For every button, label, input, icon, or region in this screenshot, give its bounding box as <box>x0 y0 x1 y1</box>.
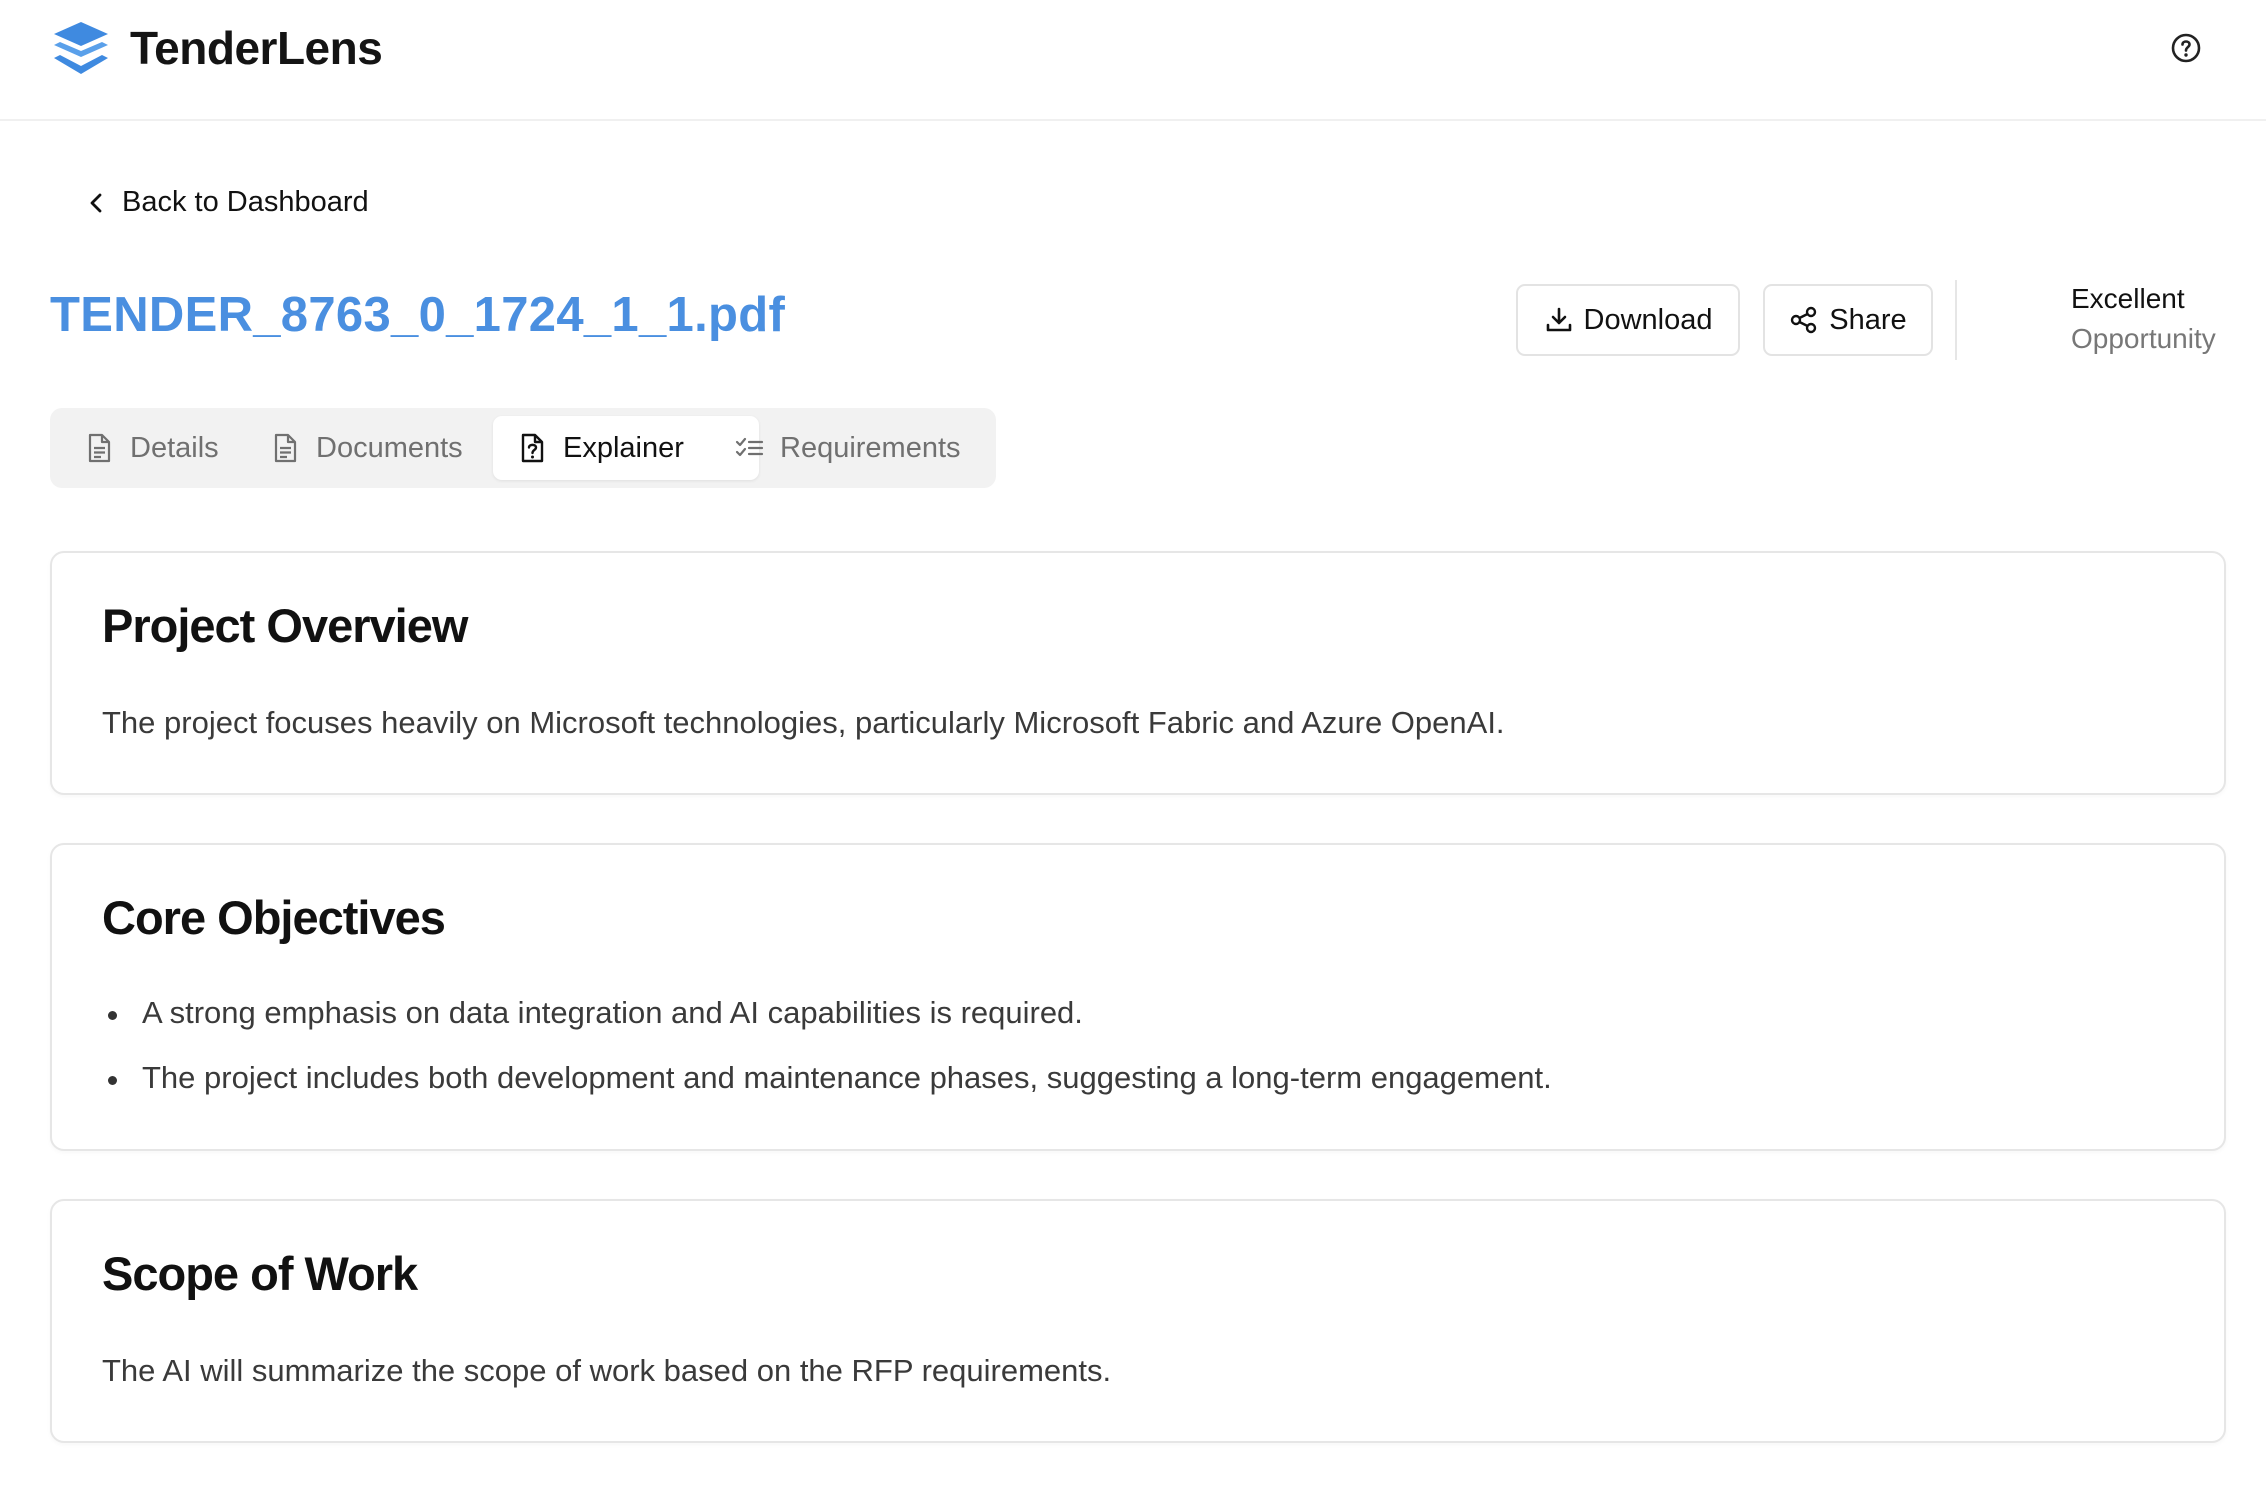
tab-label: Documents <box>316 431 463 464</box>
file-text-icon <box>274 433 297 463</box>
file-text-icon <box>88 433 111 463</box>
tab-documents[interactable]: Documents <box>270 416 510 480</box>
tab-label: Requirements <box>780 431 961 464</box>
help-circle-icon[interactable] <box>2168 30 2204 66</box>
list-item: A strong emphasis on data integration an… <box>102 995 1552 1060</box>
opportunity-rating-label: Opportunity <box>2071 323 2216 354</box>
tab-requirements[interactable]: Requirements <box>734 416 974 480</box>
tab-bar: Details Documents Explainer Requirements <box>50 408 996 488</box>
list-checks-icon <box>735 437 764 457</box>
app-logo[interactable]: TenderLens <box>52 20 383 76</box>
section-text: The AI will summarize the scope of work … <box>102 1353 1112 1388</box>
download-icon <box>1546 307 1571 332</box>
tab-details[interactable]: Details <box>84 416 224 480</box>
section-title: Project Overview <box>102 599 468 652</box>
document-title: TENDER_8763_0_1724_1_1.pdf <box>50 288 786 342</box>
objectives-list: A strong emphasis on data integration an… <box>102 995 1552 1125</box>
share-button[interactable]: Share <box>1763 284 1933 356</box>
list-item: The project includes both development an… <box>102 1060 1552 1125</box>
share-icon <box>1791 306 1817 334</box>
tab-label: Details <box>130 431 219 464</box>
tab-explainer[interactable]: Explainer <box>493 416 759 480</box>
file-question-icon <box>521 433 544 463</box>
download-label: Download <box>1583 303 1713 336</box>
header-divider <box>1955 280 1957 360</box>
scope-of-work-card: Scope of Work The AI will summarize the … <box>50 1199 2226 1443</box>
stacked-layers-icon <box>54 22 108 74</box>
app-name: TenderLens <box>130 22 383 74</box>
section-title: Core Objectives <box>102 891 446 944</box>
opportunity-rating: Excellent <box>2071 283 2185 314</box>
back-to-dashboard-link[interactable]: Back to Dashboard <box>86 186 369 219</box>
section-text: The project focuses heavily on Microsoft… <box>102 705 1505 740</box>
share-label: Share <box>1829 303 1907 336</box>
download-button[interactable]: Download <box>1516 284 1740 356</box>
tab-label: Explainer <box>563 431 684 464</box>
section-title: Scope of Work <box>102 1247 418 1300</box>
chevron-left-icon <box>90 193 102 212</box>
top-bar: TenderLens <box>0 0 2266 121</box>
back-label: Back to Dashboard <box>122 186 369 218</box>
project-overview-card: Project Overview The project focuses hea… <box>50 551 2226 795</box>
core-objectives-card: Core Objectives A strong emphasis on dat… <box>50 843 2226 1151</box>
